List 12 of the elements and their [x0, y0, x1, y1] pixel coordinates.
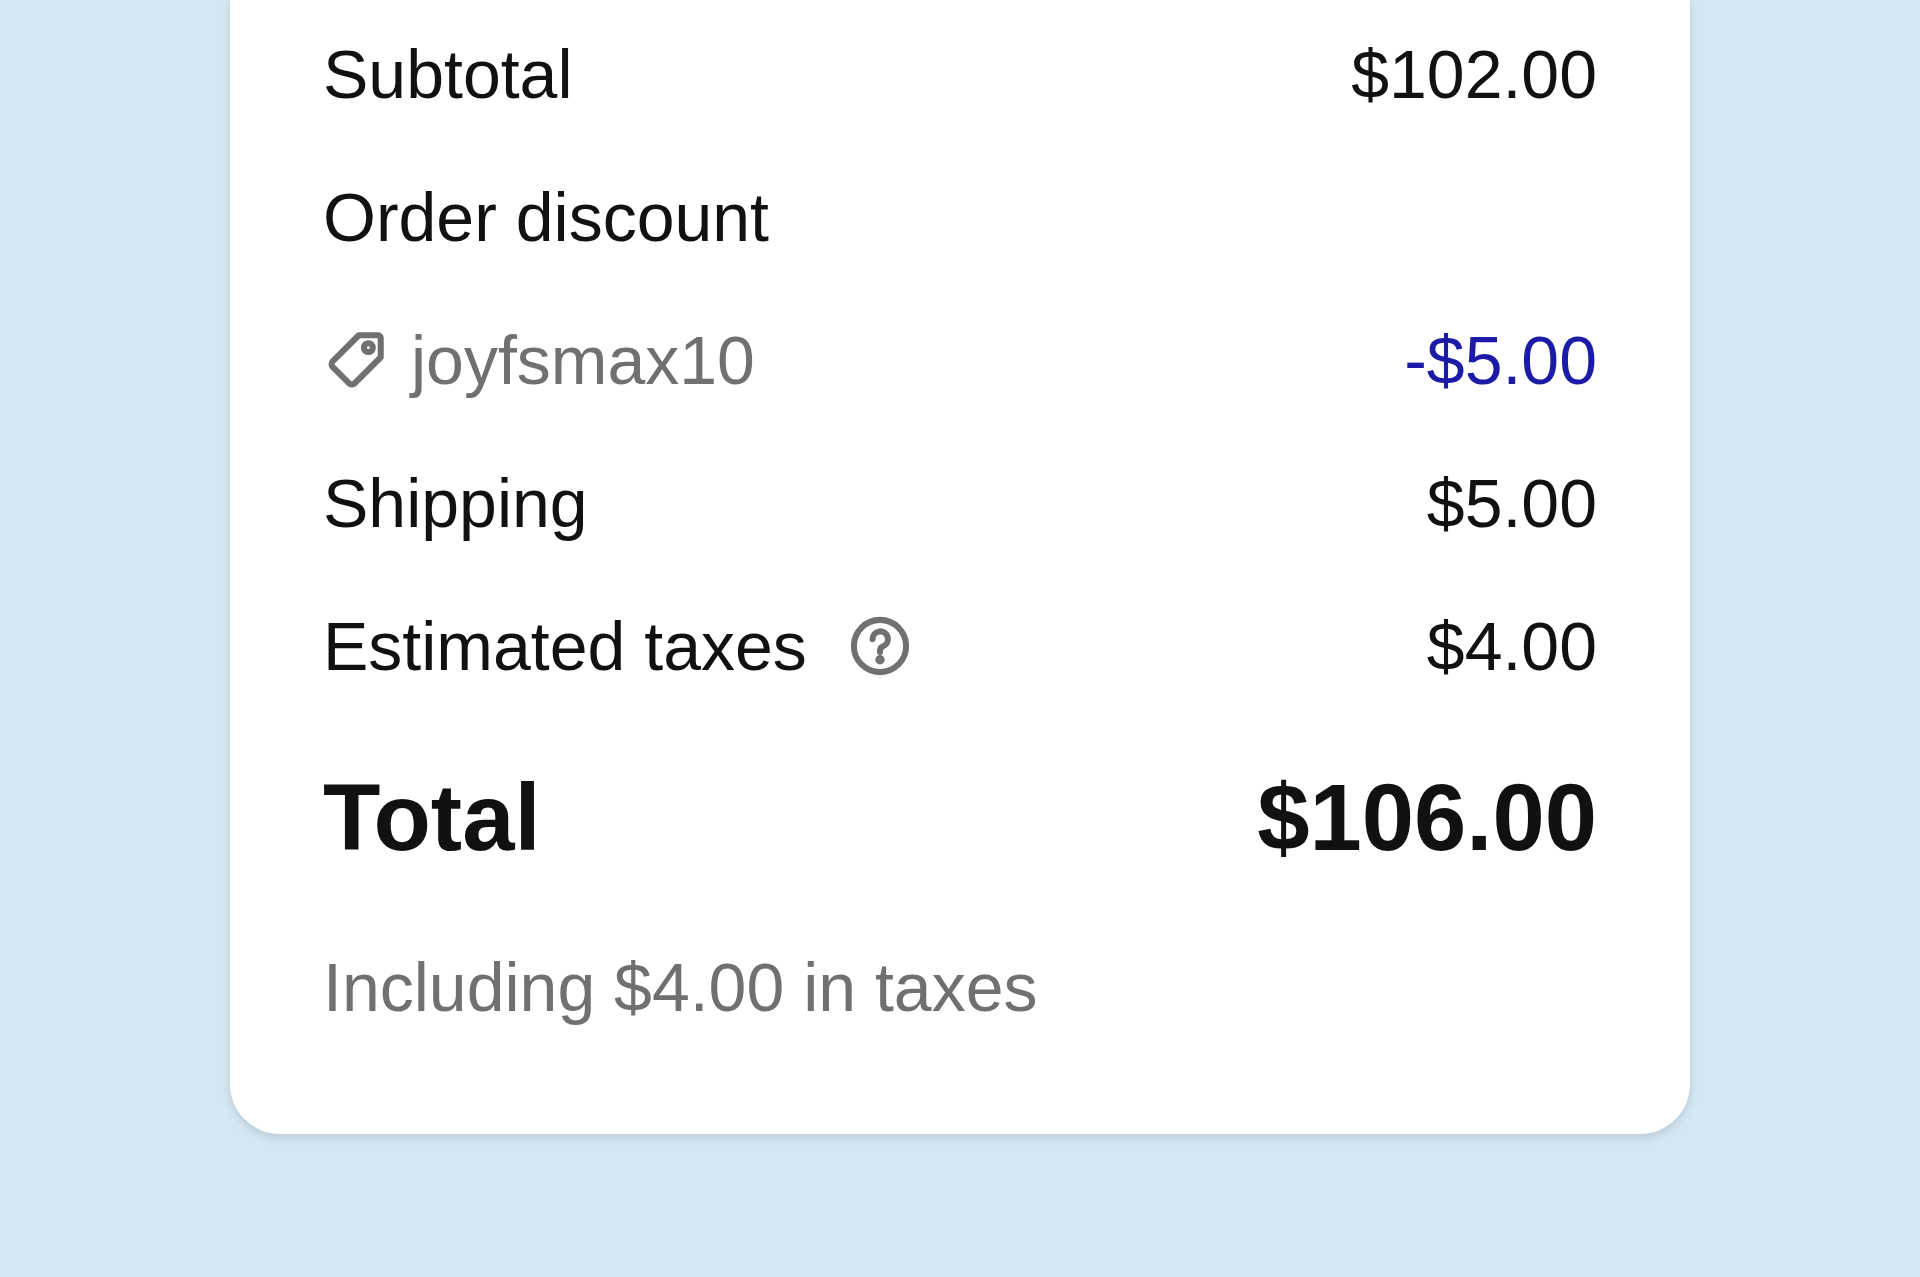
- total-label: Total: [323, 763, 541, 872]
- discount-amount: -$5.00: [1404, 320, 1597, 400]
- total-value: $106.00: [1257, 763, 1597, 872]
- summary-value: $4.00: [1426, 606, 1597, 686]
- summary-label: Estimated taxes: [323, 606, 807, 686]
- summary-label: Shipping: [323, 463, 588, 543]
- summary-label: Order discount: [323, 177, 769, 257]
- summary-value: $5.00: [1426, 463, 1597, 543]
- summary-label: Subtotal: [323, 34, 573, 114]
- tax-note: Including $4.00 in taxes: [323, 948, 1038, 1027]
- summary-value: $102.00: [1351, 34, 1597, 114]
- discount-code: joyfsmax10: [411, 320, 755, 400]
